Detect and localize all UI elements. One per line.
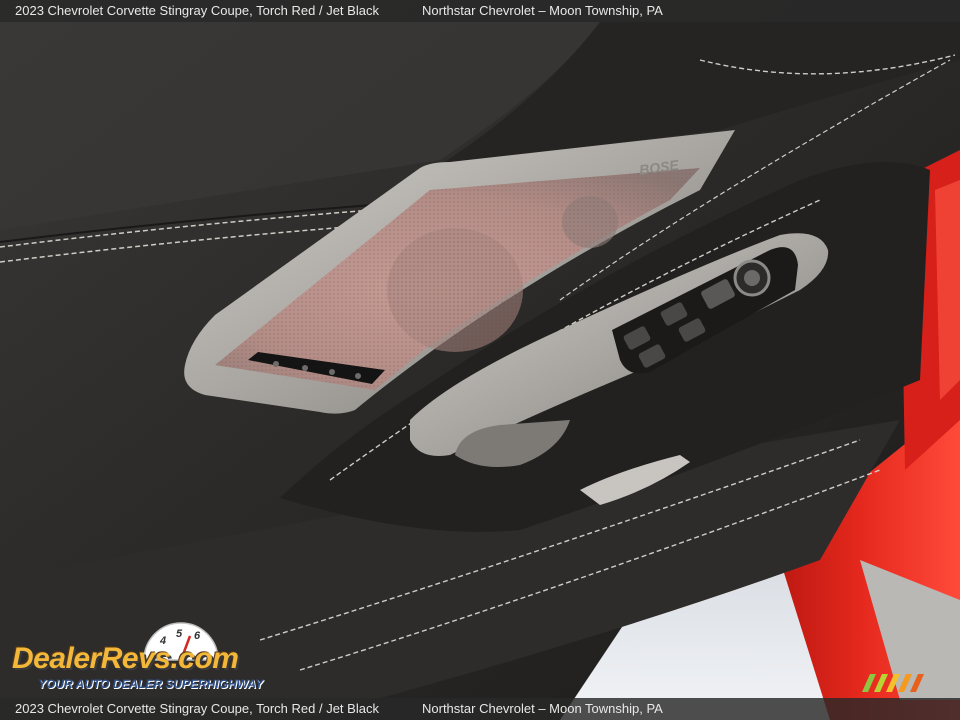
gauge-number-6: 6 — [194, 630, 201, 642]
dealer-caption-bottom: Northstar Chevrolet – Moon Township, PA — [422, 701, 663, 716]
speed-stripes-icon — [862, 674, 924, 692]
dealerrevs-logo: 4 5 6 DealerRevs.com YOUR AUTO DEALER SU… — [10, 622, 265, 696]
door-panel-photo: BOSE — [0, 0, 960, 720]
logo-wordmark: DealerRevs.com — [12, 642, 239, 675]
vehicle-caption: 2023 Chevrolet Corvette Stingray Coupe, … — [15, 3, 379, 18]
logo-tagline: YOUR AUTO DEALER SUPERHIGHWAY — [38, 677, 264, 691]
photo-frame: BOSE 2023 Chevrolet Corvette Stingray Co… — [0, 0, 960, 720]
gauge-number-5: 5 — [176, 628, 183, 640]
dealer-caption: Northstar Chevrolet – Moon Township, PA — [422, 3, 663, 18]
vehicle-caption-bottom: 2023 Chevrolet Corvette Stingray Coupe, … — [15, 701, 379, 716]
caption-bar-top: 2023 Chevrolet Corvette Stingray Coupe, … — [0, 0, 960, 22]
caption-bar-bottom: 2023 Chevrolet Corvette Stingray Coupe, … — [0, 698, 960, 720]
